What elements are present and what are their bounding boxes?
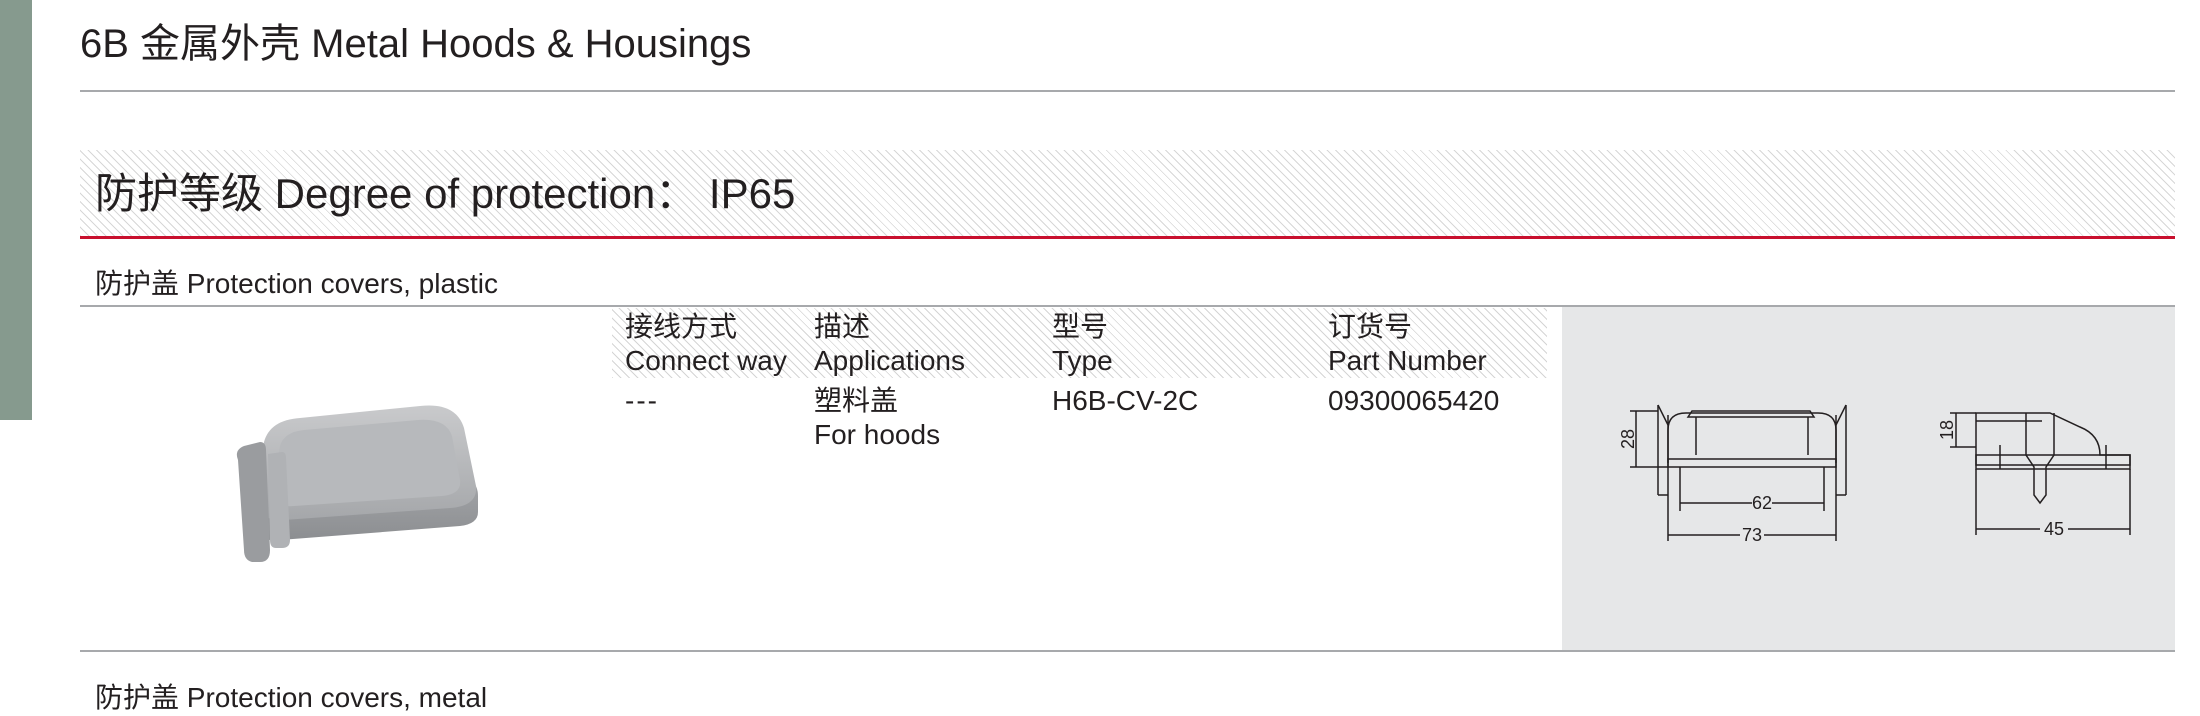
column-header-cn: 订货号 [1328,311,1413,342]
dim-side-width: 45 [2044,519,2064,539]
section-title: 防护等级 Degree of protection： IP65 [95,170,796,217]
column-header-part-number: 订货号 Part Number [1328,310,1487,378]
dim-front-inner-width: 62 [1752,493,1772,513]
section-divider [80,236,2175,239]
cell-applications: 塑料盖 For hoods [814,384,940,452]
cell-connect-way: --- [625,385,659,416]
front-view-drawing: 28 62 73 [1618,404,1847,545]
column-header-applications: 描述 Applications [814,310,965,378]
cell-application-cn: 塑料盖 [814,385,899,416]
cell-part-number: 09300065420 [1328,385,1500,416]
dim-front-width: 73 [1742,525,1762,545]
dim-front-height: 28 [1618,429,1638,449]
dim-side-height: 18 [1937,420,1957,440]
column-header-en: Type [1052,345,1113,376]
column-header-cn: 型号 [1052,311,1109,342]
cell-type: H6B-CV-2C [1052,385,1199,416]
column-header-connect-way: 接线方式 Connect way [625,310,787,378]
cell-application-en: For hoods [814,419,941,450]
column-header-en: Connect way [625,345,787,376]
page-title: 6B 金属外壳 Metal Hoods & Housings [80,22,752,66]
group-title-metal: 防护盖 Protection covers, metal [95,682,488,713]
side-tab-marker [0,0,32,420]
side-view-drawing: 18 45 [1937,412,2131,539]
column-header-cn: 描述 [814,311,871,342]
title-divider [80,90,2175,92]
table-bottom-rule [80,650,2175,652]
column-header-en: Part Number [1328,345,1487,376]
column-header-en: Applications [814,345,965,376]
column-header-cn: 接线方式 [625,311,738,342]
group-title-plastic: 防护盖 Protection covers, plastic [95,268,499,299]
column-header-type: 型号 Type [1052,310,1113,378]
protection-cover-photo [236,405,478,562]
